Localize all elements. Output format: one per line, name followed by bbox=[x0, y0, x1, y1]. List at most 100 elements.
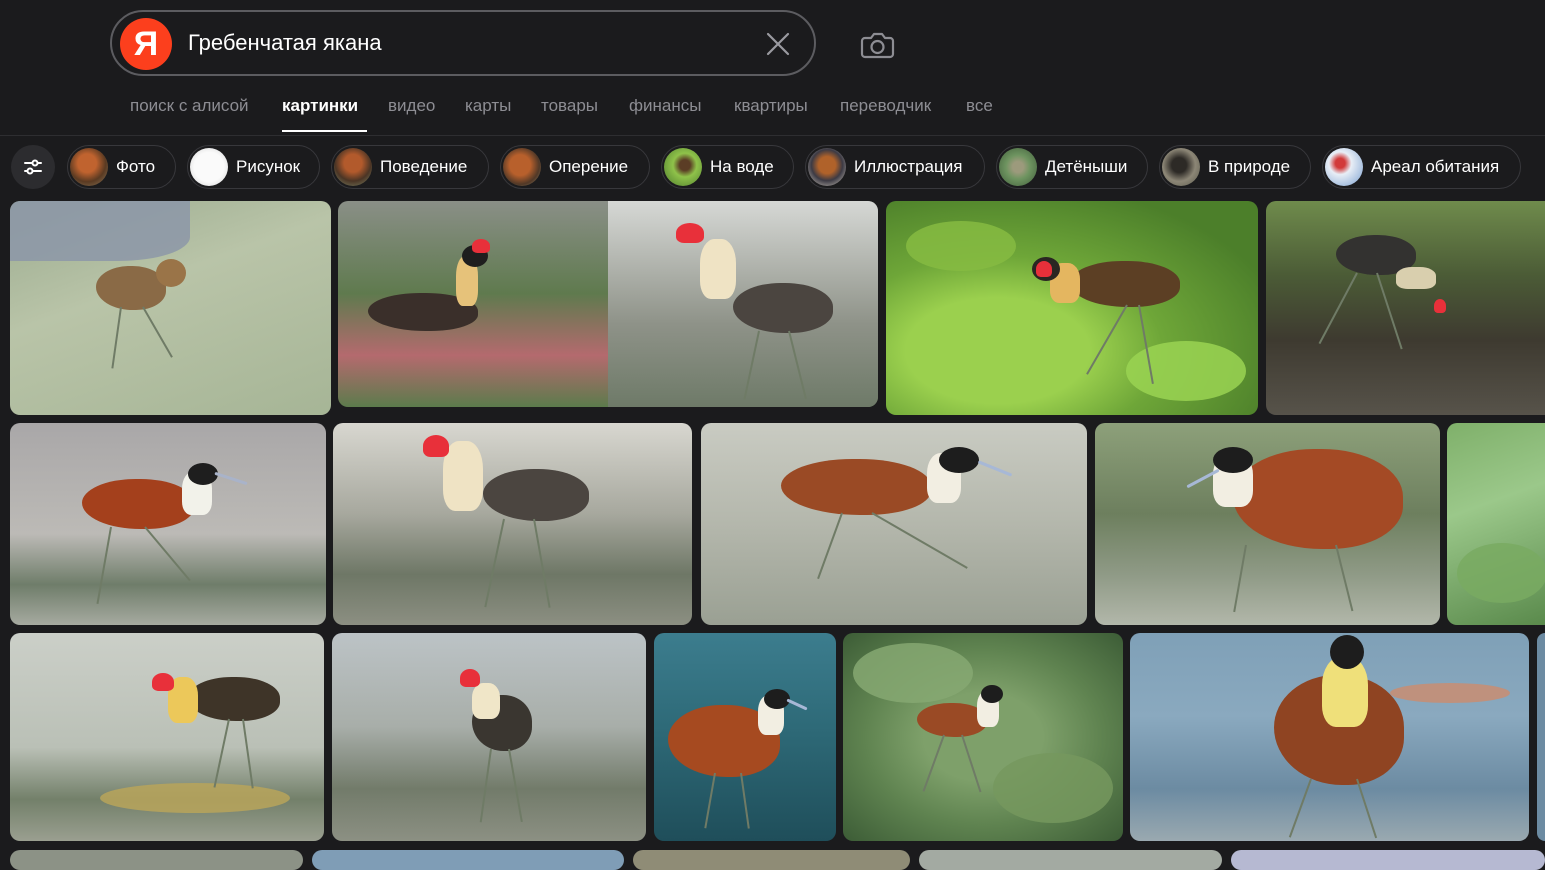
image-result[interactable] bbox=[1231, 850, 1545, 870]
chip-on-water[interactable]: На воде bbox=[661, 145, 794, 189]
sliders-icon bbox=[24, 159, 42, 175]
image-result[interactable] bbox=[10, 850, 303, 870]
image-result[interactable] bbox=[886, 201, 1258, 415]
tab-finance[interactable]: финансы bbox=[629, 96, 701, 116]
reflection bbox=[1390, 683, 1510, 703]
filters-button[interactable] bbox=[11, 145, 55, 189]
bird-beak bbox=[786, 698, 808, 711]
yandex-logo[interactable]: Я bbox=[120, 18, 172, 70]
chip-drawing[interactable]: Рисунок bbox=[187, 145, 320, 189]
chick-leg bbox=[142, 306, 173, 358]
bird-comb bbox=[676, 223, 704, 243]
tab-goods[interactable]: товары bbox=[541, 96, 598, 116]
bird-leg bbox=[144, 526, 191, 582]
image-result[interactable] bbox=[1537, 633, 1545, 841]
bird-leg bbox=[1288, 778, 1312, 838]
chip-thumbnail bbox=[664, 148, 702, 186]
chip-label: Иллюстрация bbox=[854, 157, 963, 176]
chip-thumbnail bbox=[1162, 148, 1200, 186]
bird-leg bbox=[740, 772, 750, 829]
image-result[interactable] bbox=[633, 850, 910, 870]
bird-leg bbox=[1356, 778, 1378, 839]
bird-leg bbox=[484, 518, 505, 608]
chip-thumbnail bbox=[808, 148, 846, 186]
chip-thumbnail bbox=[70, 148, 108, 186]
chip-thumbnail bbox=[999, 148, 1037, 186]
image-result[interactable] bbox=[10, 633, 324, 841]
bird-head bbox=[1330, 635, 1364, 669]
chip-label: На воде bbox=[710, 157, 774, 176]
tab-realty[interactable]: квартиры bbox=[734, 96, 808, 116]
bird-leg bbox=[479, 748, 492, 823]
chip-photo[interactable]: Фото bbox=[67, 145, 176, 189]
image-result[interactable] bbox=[1266, 201, 1545, 415]
bird-head bbox=[981, 685, 1003, 703]
search-input[interactable]: Гребенчатая якана bbox=[188, 30, 382, 56]
bird-comb bbox=[1036, 261, 1052, 277]
lily-pad bbox=[1457, 543, 1545, 603]
bird-leg bbox=[508, 748, 523, 823]
bird-leg bbox=[242, 718, 254, 789]
tab-alice[interactable]: поиск с алисой bbox=[130, 96, 249, 116]
bird-leg bbox=[213, 718, 230, 788]
chip-thumbnail bbox=[503, 148, 541, 186]
chip-illustration[interactable]: Иллюстрация bbox=[805, 145, 985, 189]
chip-in-nature[interactable]: В природе bbox=[1159, 145, 1311, 189]
image-result[interactable] bbox=[654, 633, 836, 841]
chip-chicks[interactable]: Детёныши bbox=[996, 145, 1148, 189]
bird-leg bbox=[704, 772, 716, 829]
bird-leg bbox=[1086, 304, 1128, 375]
bird-comb bbox=[472, 239, 490, 253]
bird-leg bbox=[1233, 544, 1247, 613]
tab-maps[interactable]: карты bbox=[465, 96, 511, 116]
lily-pad bbox=[906, 221, 1016, 271]
chip-thumbnail bbox=[334, 148, 372, 186]
chick-head bbox=[156, 259, 186, 287]
image-result[interactable] bbox=[701, 423, 1087, 625]
bird-comb bbox=[460, 669, 480, 687]
bird-head bbox=[1213, 447, 1253, 473]
water-area bbox=[10, 201, 190, 261]
image-result[interactable] bbox=[333, 423, 692, 625]
bird-head bbox=[188, 463, 218, 485]
tab-video[interactable]: видео bbox=[388, 96, 435, 116]
chip-label: Фото bbox=[116, 157, 156, 176]
bird-body bbox=[483, 469, 589, 521]
bird-neck bbox=[472, 683, 500, 719]
image-result[interactable] bbox=[1130, 633, 1529, 841]
image-result[interactable] bbox=[312, 850, 624, 870]
bird-body bbox=[781, 459, 931, 515]
bird-beak bbox=[977, 460, 1013, 477]
tab-translator[interactable]: переводчик bbox=[840, 96, 931, 116]
bird-leg bbox=[533, 518, 551, 608]
chip-label: Поведение bbox=[380, 157, 468, 176]
image-result[interactable] bbox=[1447, 423, 1545, 625]
chip-behavior[interactable]: Поведение bbox=[331, 145, 489, 189]
image-result[interactable] bbox=[338, 201, 878, 407]
bird-comb bbox=[1434, 299, 1446, 313]
image-result[interactable] bbox=[10, 423, 326, 625]
tab-images[interactable]: картинки bbox=[282, 96, 358, 116]
bird-head bbox=[939, 447, 979, 473]
bird-leg bbox=[871, 512, 968, 569]
chip-plumage[interactable]: Оперение bbox=[500, 145, 650, 189]
camera-search-icon[interactable] bbox=[858, 26, 896, 64]
image-result[interactable] bbox=[10, 201, 331, 415]
image-result[interactable] bbox=[1095, 423, 1440, 625]
image-result[interactable] bbox=[843, 633, 1123, 841]
bird-body bbox=[82, 479, 194, 529]
bird-beak bbox=[214, 471, 248, 486]
active-tab-indicator bbox=[282, 130, 367, 132]
chip-habitat[interactable]: Ареал обитания bbox=[1322, 145, 1521, 189]
image-result[interactable] bbox=[332, 633, 646, 841]
chip-label: Рисунок bbox=[236, 157, 301, 176]
bird-body bbox=[1233, 449, 1403, 549]
bird-neck bbox=[443, 441, 483, 511]
search-box[interactable]: Я Гребенчатая якана bbox=[110, 10, 816, 76]
image-result[interactable] bbox=[919, 850, 1222, 870]
bird-neck bbox=[1396, 267, 1436, 289]
chick-leg bbox=[111, 306, 122, 369]
clear-icon[interactable] bbox=[764, 30, 792, 58]
tab-all[interactable]: все bbox=[966, 96, 993, 116]
header-divider bbox=[0, 135, 1545, 136]
